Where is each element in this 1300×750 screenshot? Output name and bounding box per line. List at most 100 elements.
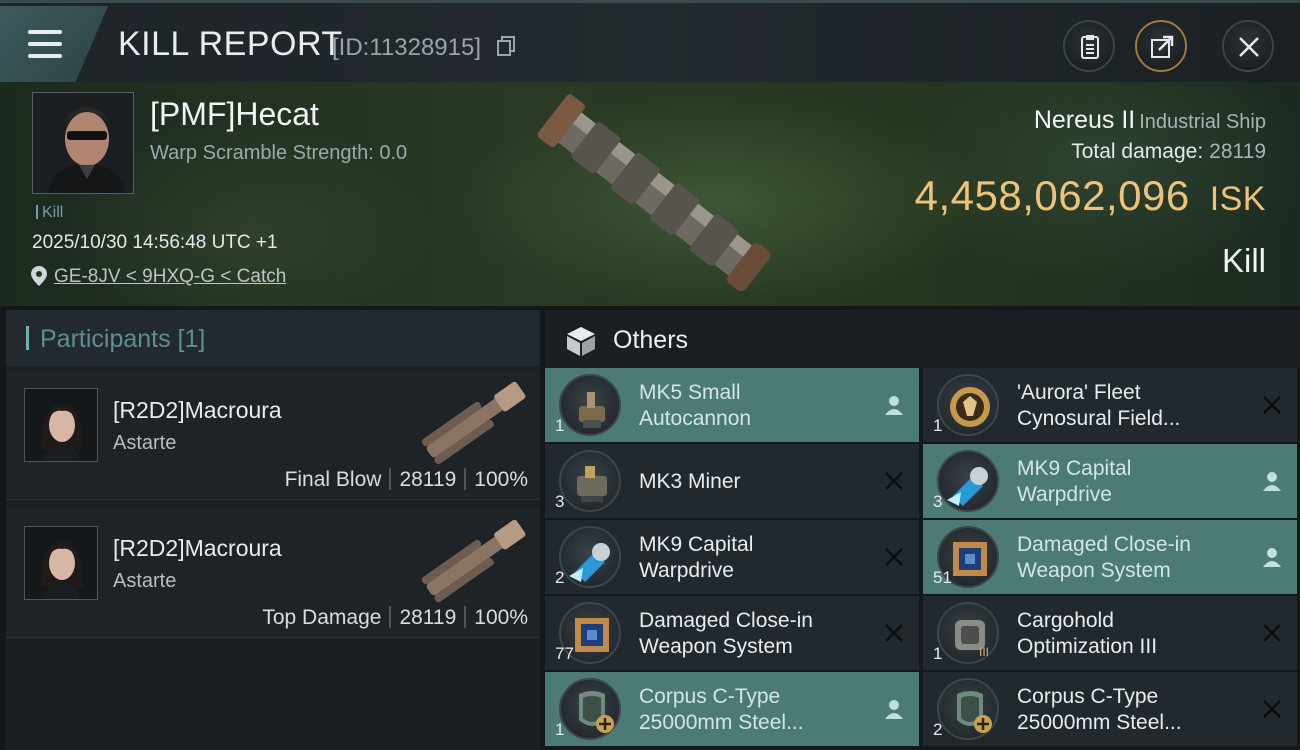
item-name-line1: Corpus C-Type [1017, 685, 1159, 708]
cargohold-icon: III [955, 620, 989, 659]
item-name-line2: Warpdrive [1017, 483, 1112, 506]
item-tile[interactable]: 2 MK9 Capital Warpdrive [545, 520, 919, 594]
total-damage: Total damage: 28119 [1071, 140, 1266, 164]
stat-divider [464, 606, 467, 628]
section-accent-bar [26, 326, 29, 350]
armor-plate-icon [957, 691, 992, 733]
others-header: Others [545, 310, 1300, 368]
victim-ship-image [537, 94, 771, 292]
person-icon[interactable] [1261, 546, 1283, 568]
clipboard-button[interactable] [1063, 20, 1115, 72]
item-name-line2: Optimization III [1017, 635, 1158, 658]
participant-damage: 28119 [399, 606, 457, 629]
item-name-line2: 25000mm Steel... [1017, 711, 1182, 734]
clipboard-icon [1081, 35, 1099, 59]
item-name-line1: MK9 Capital [639, 533, 754, 556]
item-name-line1: Cargohold [1017, 609, 1114, 632]
total-damage-value: 28119 [1209, 140, 1266, 163]
kill-tag: Kill [36, 204, 63, 222]
victim-portrait[interactable] [32, 92, 134, 194]
pilot-avatar-image [25, 389, 97, 461]
pilot-portrait-image [33, 93, 133, 193]
destroyed-x-icon [885, 472, 903, 490]
stat-divider [389, 468, 392, 490]
item-name: Cargohold Optimization III [1017, 608, 1247, 660]
participants-panel: Participants [1] [R2D2]Macroura Astarte … [6, 310, 540, 750]
item-name-line1: MK9 Capital [1017, 457, 1132, 480]
copy-icon[interactable] [497, 36, 515, 56]
item-name-line1: Corpus C-Type [639, 685, 781, 708]
header-bar: KILL REPORT [ID:11328915] [0, 0, 1300, 82]
person-icon[interactable] [883, 394, 905, 416]
participant-ship-image [421, 519, 526, 603]
participant-percent: 100% [474, 468, 528, 491]
item-name: 'Aurora' Fleet Cynosural Field... [1017, 380, 1247, 432]
item-tile[interactable]: 51 Damaged Close-in Weapon System [923, 520, 1297, 594]
autocannon-icon [579, 392, 605, 428]
participant-stats: Top Damage 28119 100% [262, 606, 528, 630]
item-name-line2: Warpdrive [639, 559, 734, 582]
location-pin-icon [31, 266, 47, 286]
isk-amount: 4,458,062,096 [914, 172, 1190, 219]
total-damage-label: Total damage: [1071, 140, 1204, 163]
destroyed-x-icon [885, 548, 903, 566]
ship-class: Industrial Ship [1139, 111, 1266, 133]
participants-header: Participants [1] [6, 310, 540, 366]
item-name-line1: MK5 Small [639, 381, 741, 404]
item-tile[interactable]: 77 Damaged Close-in Weapon System [545, 596, 919, 670]
participant-card[interactable]: [R2D2]Macroura Astarte Final Blow 28119 10… [6, 370, 540, 500]
person-icon[interactable] [1261, 470, 1283, 492]
participant-name[interactable]: [R2D2]Macroura [113, 397, 282, 424]
stat-divider [389, 606, 392, 628]
item-name: Damaged Close-in Weapon System [1017, 532, 1247, 584]
item-name: MK3 Miner [639, 469, 869, 495]
item-tile[interactable]: 1 'Aurora' Fleet Cynosural Field... [923, 368, 1297, 442]
item-name-line2: Autocannon [639, 407, 752, 430]
participant-percent: 100% [474, 606, 528, 629]
item-tile[interactable]: 2 Corpus C-Type 25000mm Steel... [923, 672, 1297, 746]
item-tile[interactable]: 1 MK5 Small Autocannon [545, 368, 919, 442]
isk-value: 4,458,062,096 ISK [915, 172, 1266, 220]
item-tile[interactable]: 1 Corpus C-Type 25000mm Steel... [545, 672, 919, 746]
item-quantity: 77 [555, 644, 574, 663]
close-button[interactable] [1222, 20, 1274, 72]
armor-plate-icon [579, 691, 614, 733]
close-icon [1239, 37, 1259, 57]
participant-stats: Final Blow 28119 100% [285, 468, 528, 492]
share-button[interactable] [1135, 20, 1187, 72]
victim-name[interactable]: [PMF]Hecat [150, 96, 319, 133]
avatar[interactable] [24, 526, 98, 600]
item-name: MK9 Capital Warpdrive [1017, 456, 1247, 508]
item-name-line2: Weapon System [1017, 559, 1171, 582]
destroyed-x-icon [1263, 396, 1281, 414]
menu-button[interactable] [0, 6, 108, 82]
participant-ship: Astarte [113, 432, 177, 454]
avatar[interactable] [24, 388, 98, 462]
item-icon-frame [937, 678, 999, 740]
item-tile[interactable]: 3 MK9 Capital Warpdrive [923, 444, 1297, 518]
location-link[interactable]: GE-8JV < 9HXQ-G < Catch [54, 266, 286, 288]
report-id: [ID:11328915] [332, 34, 482, 61]
item-name-line1: MK3 Miner [639, 470, 741, 493]
participant-role: Top Damage [262, 606, 382, 629]
item-quantity: 1 [555, 720, 565, 739]
item-quantity: 1 [933, 644, 943, 663]
item-name-line2: 25000mm Steel... [639, 711, 804, 734]
item-quantity: 3 [933, 492, 943, 511]
item-quantity: 2 [933, 720, 943, 739]
participants-title: Participants [1] [40, 325, 206, 353]
item-quantity: 51 [933, 568, 952, 587]
cube-icon [567, 327, 595, 356]
item-tile[interactable]: 3 MK3 Miner [545, 444, 919, 518]
victim-ship-name[interactable]: Nereus II Industrial Ship [1034, 106, 1266, 135]
person-icon[interactable] [883, 698, 905, 720]
pilot-avatar-image [25, 527, 97, 599]
hamburger-icon-line [28, 54, 62, 58]
participant-damage: 28119 [399, 468, 457, 491]
hamburger-icon-line [28, 42, 62, 46]
item-name: Corpus C-Type 25000mm Steel... [639, 684, 869, 736]
destroyed-x-icon [885, 624, 903, 642]
participant-name[interactable]: [R2D2]Macroura [113, 535, 282, 562]
item-tile[interactable]: III 1 Cargohold Optimization III [923, 596, 1297, 670]
participant-card[interactable]: [R2D2]Macroura Astarte Top Damage 28119 10… [6, 508, 540, 638]
